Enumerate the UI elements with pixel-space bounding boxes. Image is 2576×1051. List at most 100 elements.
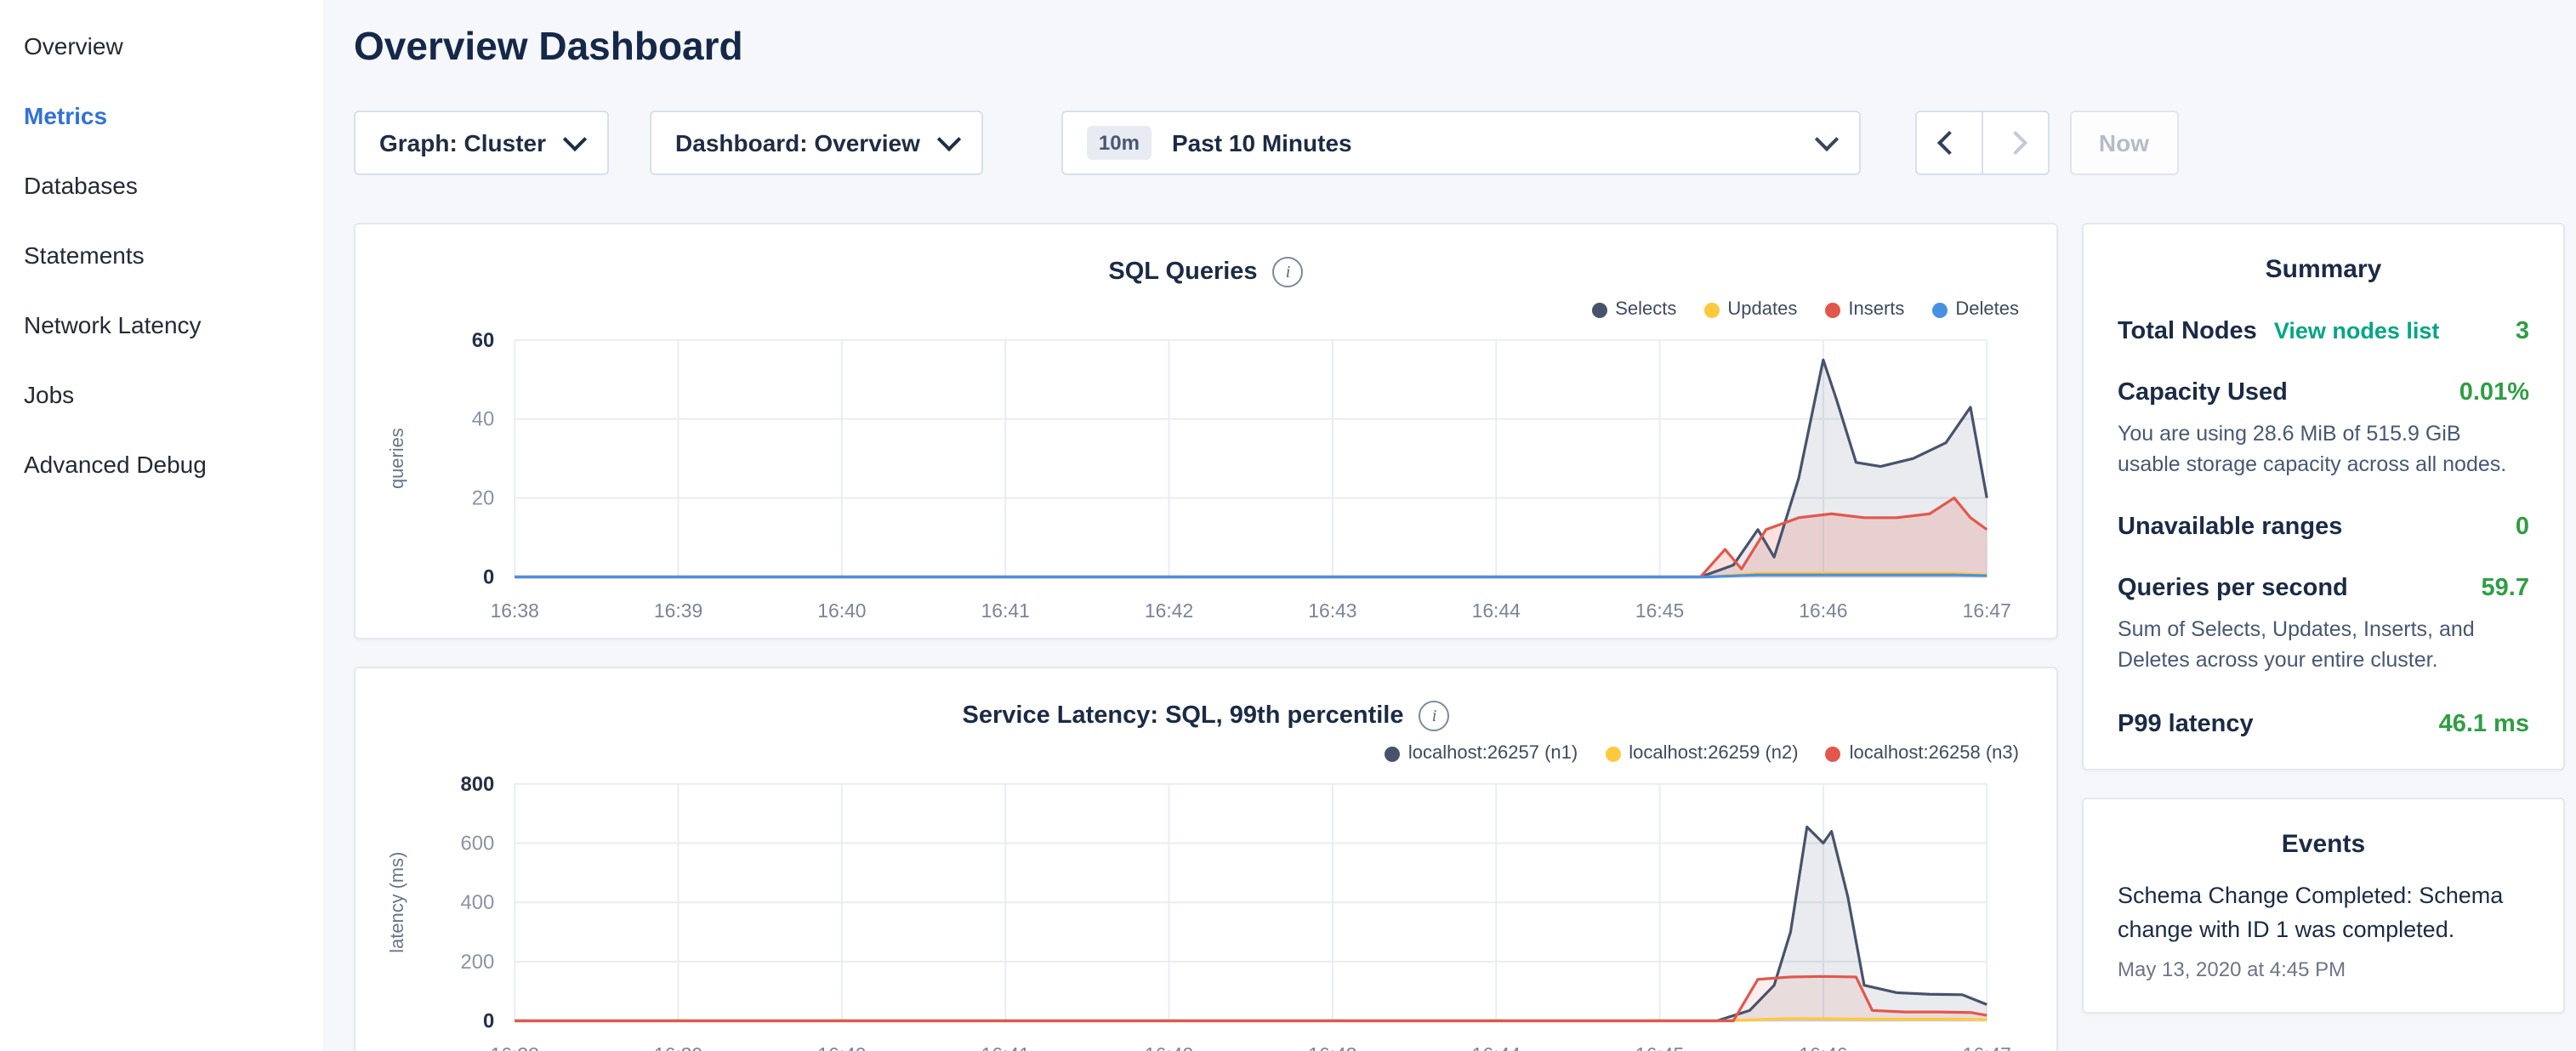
legend-label: Inserts — [1848, 299, 1904, 320]
legend-item: localhost:26257 (n1) — [1385, 743, 1578, 764]
dashboard-dropdown[interactable]: Dashboard: Overview — [650, 111, 983, 175]
legend-label: Updates — [1727, 299, 1797, 320]
legend-dot-icon — [1591, 302, 1606, 317]
legend-label: Selects — [1615, 299, 1676, 320]
legend-label: localhost:26258 (n3) — [1850, 743, 2019, 764]
time-range-label: Past 10 Minutes — [1172, 129, 1352, 156]
svg-text:16:41: 16:41 — [981, 599, 1030, 622]
svg-text:0: 0 — [483, 565, 494, 588]
graph-scope-dropdown-label: Graph: Cluster — [379, 129, 546, 156]
sidebar: Overview Metrics Databases Statements Ne… — [0, 0, 323, 1051]
summary-value: 3 — [2516, 318, 2529, 345]
svg-text:200: 200 — [461, 951, 495, 974]
sidebar-item-metrics[interactable]: Metrics — [0, 80, 323, 150]
summary-unavailable-ranges: Unavailable ranges 0 — [2118, 514, 2529, 542]
time-range-dropdown[interactable]: 10m Past 10 Minutes — [1061, 111, 1861, 175]
chart-legend: localhost:26257 (n1) localhost:26259 (n2)… — [383, 740, 2019, 767]
svg-text:16:44: 16:44 — [1472, 1043, 1521, 1051]
svg-text:queries: queries — [386, 428, 407, 489]
summary-description: You are using 28.6 MiB of 515.9 GiB usab… — [2118, 418, 2529, 480]
svg-text:16:40: 16:40 — [817, 1043, 866, 1051]
info-icon[interactable]: i — [1419, 701, 1450, 731]
legend-item: Selects — [1591, 299, 1676, 320]
info-icon[interactable]: i — [1273, 257, 1304, 287]
legend-dot-icon — [1824, 302, 1840, 317]
chevron-down-icon — [563, 128, 587, 151]
legend-item: Inserts — [1824, 299, 1904, 320]
summary-label: Queries per second — [2118, 576, 2348, 603]
svg-text:16:41: 16:41 — [981, 1043, 1030, 1051]
summary-card: Summary Total Nodes View nodes list 3 — [2082, 223, 2565, 770]
svg-text:16:42: 16:42 — [1145, 1043, 1193, 1051]
sidebar-item-advanced-debug[interactable]: Advanced Debug — [0, 429, 323, 498]
svg-text:20: 20 — [472, 487, 495, 510]
sidebar-item-databases[interactable]: Databases — [0, 150, 323, 219]
charts-column: SQL Queries i Selects Updates Inserts Delet… — [354, 223, 2058, 1051]
sidebar-item-overview[interactable]: Overview — [0, 10, 323, 80]
chevron-right-icon — [2004, 131, 2027, 155]
chevron-down-icon — [937, 128, 961, 151]
chart-title: SQL Queries — [1108, 258, 1257, 286]
summary-value: 0.01% — [2459, 379, 2529, 406]
sidebar-item-jobs[interactable]: Jobs — [0, 359, 323, 429]
legend-dot-icon — [1605, 746, 1620, 761]
summary-value: 59.7 — [2482, 576, 2529, 603]
time-range-badge: 10m — [1087, 126, 1152, 160]
legend-item: localhost:26258 (n3) — [1826, 743, 2019, 764]
sidebar-item-statements[interactable]: Statements — [0, 219, 323, 289]
svg-text:16:42: 16:42 — [1145, 599, 1193, 622]
summary-value: 0 — [2516, 514, 2529, 542]
sql-queries-chart-card: SQL Queries i Selects Updates Inserts Delet… — [354, 223, 2058, 639]
controls-bar: Graph: Cluster Dashboard: Overview 10m P… — [354, 111, 2565, 175]
svg-text:16:40: 16:40 — [817, 599, 866, 622]
event-text: Schema Change Completed: Schema change w… — [2118, 878, 2529, 950]
service-latency-chart-card: Service Latency: SQL, 99th percentile i … — [354, 667, 2058, 1051]
legend-dot-icon — [1931, 302, 1947, 317]
legend-dot-icon — [1385, 746, 1400, 761]
svg-text:16:44: 16:44 — [1472, 599, 1521, 622]
svg-text:16:46: 16:46 — [1799, 1043, 1847, 1051]
legend-label: localhost:26259 (n2) — [1629, 743, 1798, 764]
time-forward-button[interactable] — [1982, 111, 2050, 175]
service-latency-chart[interactable]: 16:3816:3916:4016:4116:4216:4316:4416:45… — [383, 770, 2029, 1051]
time-back-button[interactable] — [1915, 111, 1983, 175]
svg-text:16:46: 16:46 — [1799, 599, 1847, 622]
legend-label: localhost:26257 (n1) — [1408, 743, 1578, 764]
sidebar-item-network-latency[interactable]: Network Latency — [0, 289, 323, 359]
event-item: Schema Change Completed: Schema change w… — [2118, 878, 2529, 982]
summary-title: Summary — [2118, 255, 2529, 284]
main-content: Overview Dashboard Graph: Cluster Dashbo… — [323, 0, 2575, 1051]
svg-text:600: 600 — [461, 832, 495, 855]
svg-text:400: 400 — [461, 891, 495, 914]
legend-dot-icon — [1826, 746, 1841, 761]
summary-queries-per-second: Queries per second 59.7 Sum of Selects, … — [2118, 576, 2529, 677]
summary-description: Sum of Selects, Updates, Inserts, and De… — [2118, 615, 2529, 677]
summary-p99-latency: P99 latency 46.1 ms — [2118, 710, 2529, 737]
legend-label: Deletes — [1955, 299, 2019, 320]
chart-legend: Selects Updates Inserts Deletes — [383, 296, 2019, 323]
summary-label: Unavailable ranges — [2118, 514, 2342, 542]
app-root: Overview Metrics Databases Statements Ne… — [0, 0, 2575, 1051]
chevron-left-icon — [1937, 131, 1961, 155]
now-button[interactable]: Now — [2070, 111, 2178, 175]
sql-queries-chart[interactable]: 16:3816:3916:4016:4116:4216:4316:4416:45… — [383, 327, 2029, 624]
summary-capacity-used: Capacity Used 0.01% You are using 28.6 M… — [2118, 379, 2529, 480]
legend-dot-icon — [1703, 302, 1719, 317]
summary-value: 46.1 ms — [2439, 710, 2529, 737]
svg-text:latency (ms): latency (ms) — [386, 852, 407, 953]
svg-text:16:47: 16:47 — [1963, 1043, 2011, 1051]
content-row: SQL Queries i Selects Updates Inserts Delet… — [354, 223, 2565, 1051]
graph-scope-dropdown[interactable]: Graph: Cluster — [354, 111, 609, 175]
svg-text:16:47: 16:47 — [1963, 599, 2011, 622]
summary-label: P99 latency — [2118, 710, 2254, 737]
chart-title-row: Service Latency: SQL, 99th percentile i — [383, 699, 2029, 733]
svg-text:800: 800 — [461, 773, 495, 796]
svg-text:16:39: 16:39 — [654, 1043, 702, 1051]
view-nodes-link[interactable]: View nodes list — [2274, 318, 2440, 344]
svg-text:16:38: 16:38 — [491, 599, 539, 622]
svg-text:16:38: 16:38 — [491, 1043, 539, 1051]
right-sidebar: Summary Total Nodes View nodes list 3 — [2082, 223, 2565, 1014]
time-step-buttons — [1915, 111, 2050, 175]
legend-item: localhost:26259 (n2) — [1605, 743, 1798, 764]
events-card: Events Schema Change Completed: Schema c… — [2082, 797, 2565, 1014]
